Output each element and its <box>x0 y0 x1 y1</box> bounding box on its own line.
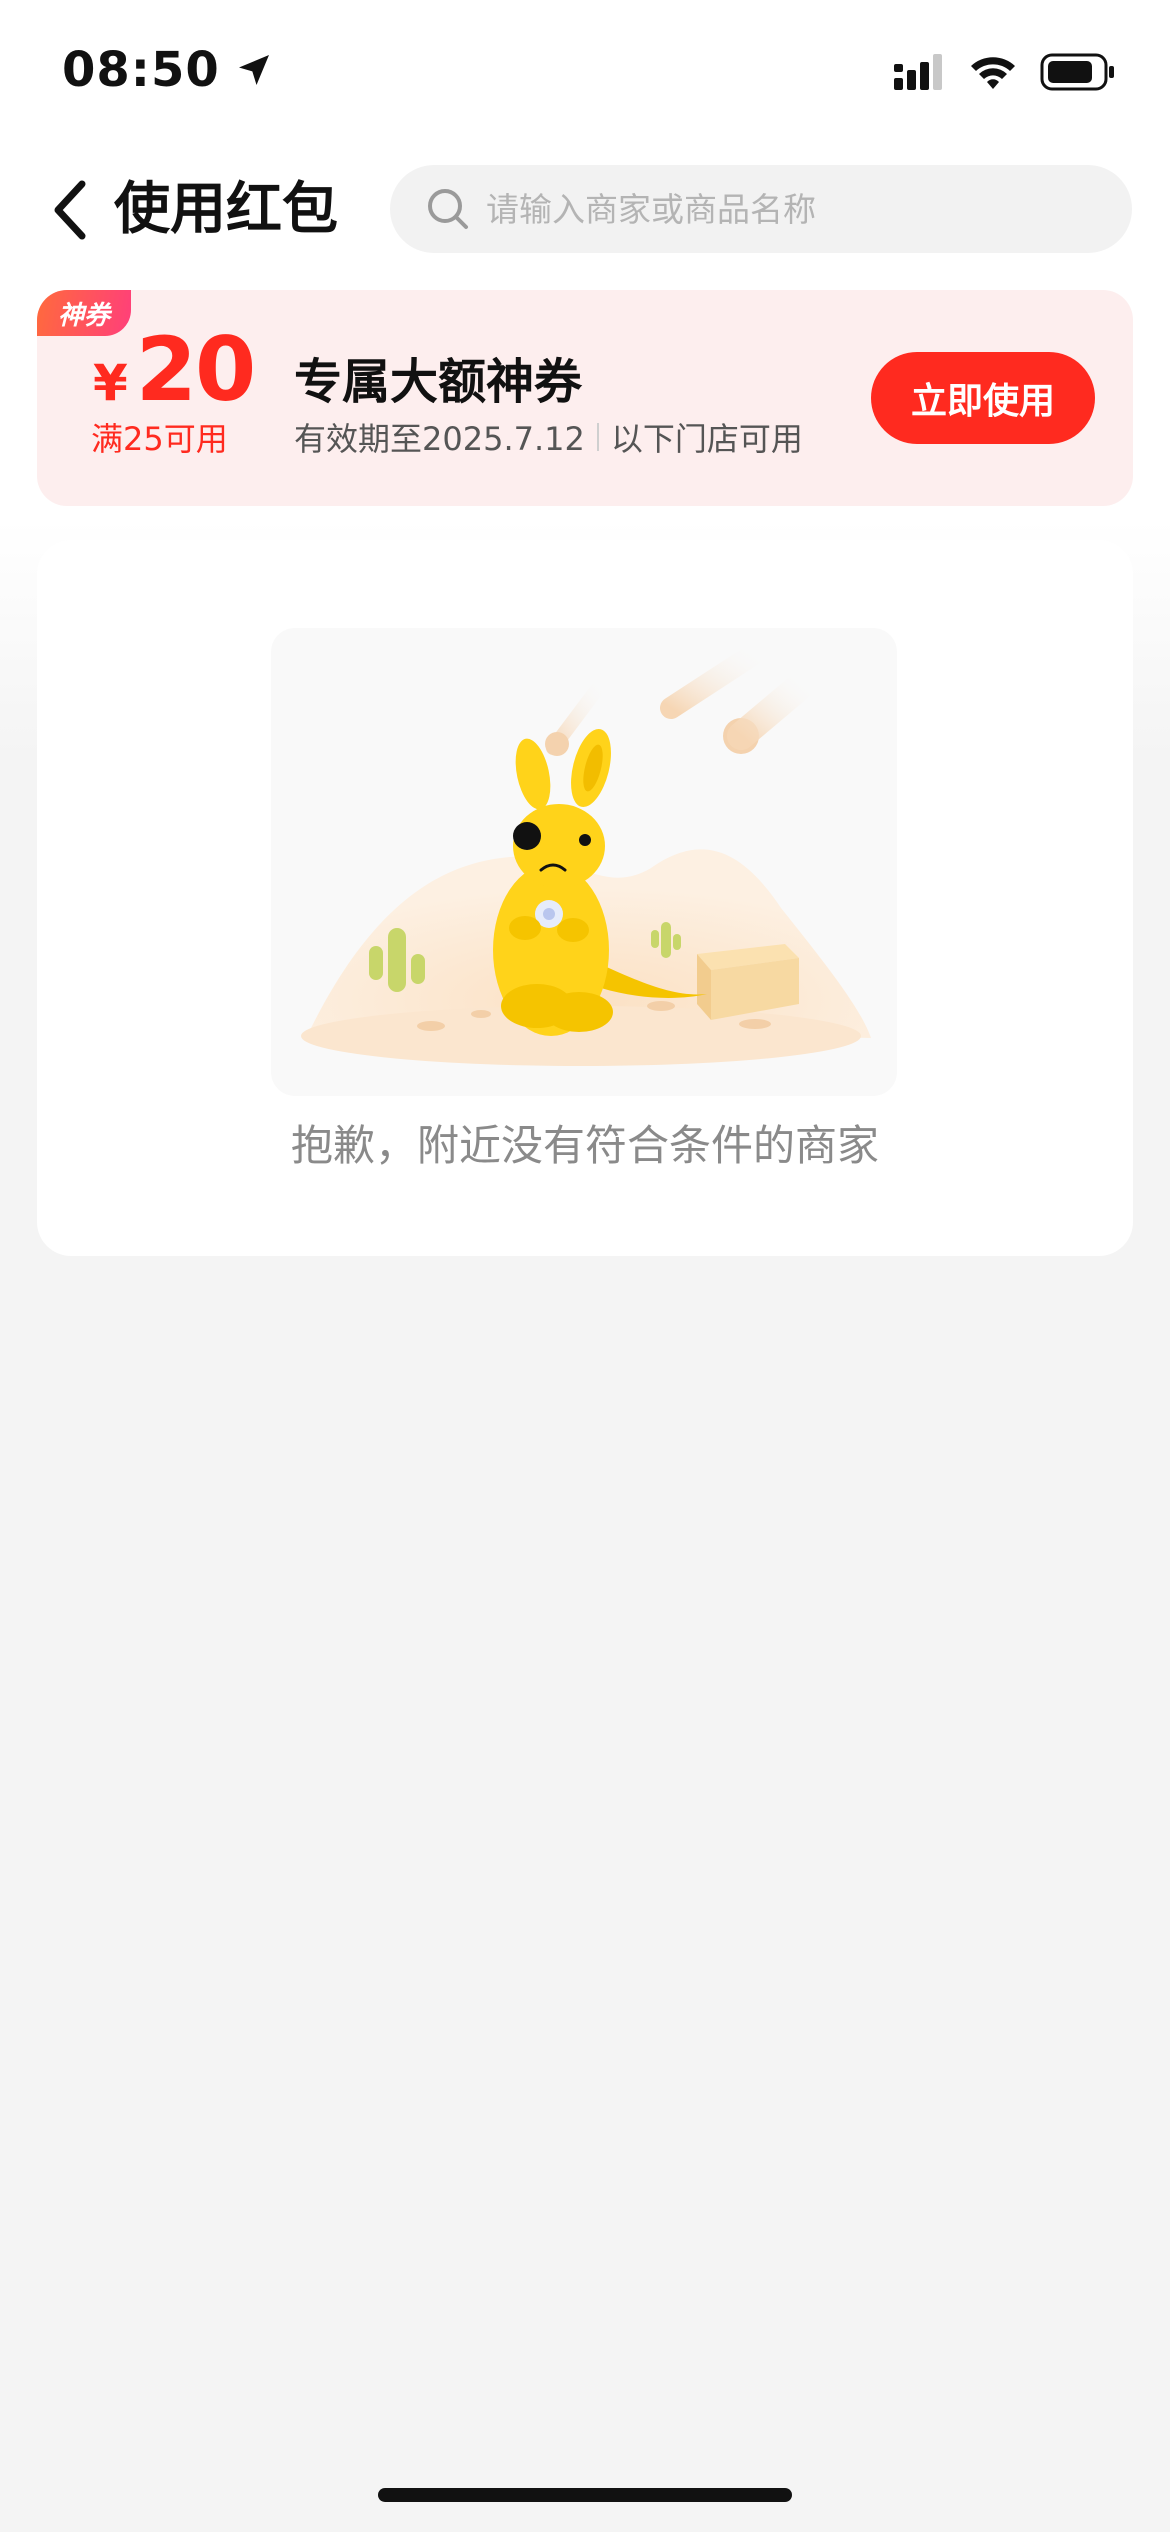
empty-state-card: 抱歉，附近没有符合条件的商家 <box>37 540 1133 1256</box>
wifi-icon <box>971 57 1015 89</box>
coupon-card: 神券 ¥ 20 满25可用 专属大额神券 有效期至2025.7.12 以下门店可… <box>37 290 1133 506</box>
empty-illustration <box>271 628 897 1096</box>
home-indicator[interactable] <box>378 2488 792 2502</box>
coupon-subtitle: 有效期至2025.7.12 以下门店可用 <box>294 414 803 460</box>
search-icon <box>428 189 468 229</box>
empty-message: 抱歉，附近没有符合条件的商家 <box>290 1121 879 1170</box>
search-input[interactable] <box>484 188 1128 230</box>
status-time: 08:50 <box>62 42 220 98</box>
back-button[interactable] <box>40 170 100 250</box>
currency-symbol: ¥ <box>93 354 128 412</box>
status-bar-indicators <box>892 52 1116 92</box>
location-arrow-icon <box>238 55 269 85</box>
kangaroo-illustration <box>301 641 871 1066</box>
coupon-scope: 以下门店可用 <box>610 420 803 458</box>
status-bar-time: 08:50 <box>62 42 274 98</box>
coupon-amount: ¥ 20 <box>93 318 256 421</box>
use-now-button[interactable]: 立即使用 <box>871 352 1095 444</box>
divider <box>596 423 599 451</box>
page-title: 使用红包 <box>114 177 338 242</box>
coupon-value: 20 <box>135 318 256 421</box>
search-bar[interactable] <box>390 165 1132 253</box>
coupon-threshold: 满25可用 <box>91 420 228 458</box>
battery-icon <box>1040 53 1114 91</box>
coupon-validity: 有效期至2025.7.12 <box>294 420 585 458</box>
chevron-left-icon <box>54 180 86 240</box>
coupon-title: 专属大额神券 <box>294 354 583 410</box>
signal-icon <box>894 54 942 90</box>
